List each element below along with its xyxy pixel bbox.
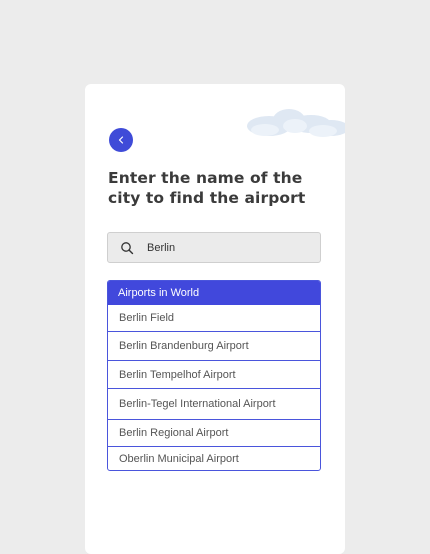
result-item-berlin-field[interactable]: Berlin Field	[108, 305, 320, 331]
search-icon	[120, 241, 134, 255]
search-input[interactable]	[147, 241, 297, 254]
result-item-berlin-brandenburg[interactable]: Berlin Brandenburg Airport	[108, 331, 320, 360]
results-header: Airports in World	[108, 281, 320, 305]
result-item-berlin-tempelhof[interactable]: Berlin Tempelhof Airport	[108, 360, 320, 388]
result-item-oberlin-municipal[interactable]: Oberlin Municipal Airport	[108, 446, 320, 470]
results-list: Berlin Field Berlin Brandenburg Airport …	[108, 305, 320, 470]
page-title: Enter the name of the city to find the a…	[108, 169, 306, 207]
back-button[interactable]	[109, 128, 133, 152]
clouds-illustration	[247, 109, 345, 137]
chevron-left-icon	[118, 136, 124, 144]
result-item-berlin-tegel[interactable]: Berlin-Tegel International Airport	[108, 388, 320, 419]
airport-results-dropdown: Airports in World Berlin Field Berlin Br…	[107, 280, 321, 471]
airport-search-card: Enter the name of the city to find the a…	[85, 84, 345, 554]
result-item-berlin-regional[interactable]: Berlin Regional Airport	[108, 419, 320, 446]
search-bar[interactable]	[107, 232, 321, 263]
